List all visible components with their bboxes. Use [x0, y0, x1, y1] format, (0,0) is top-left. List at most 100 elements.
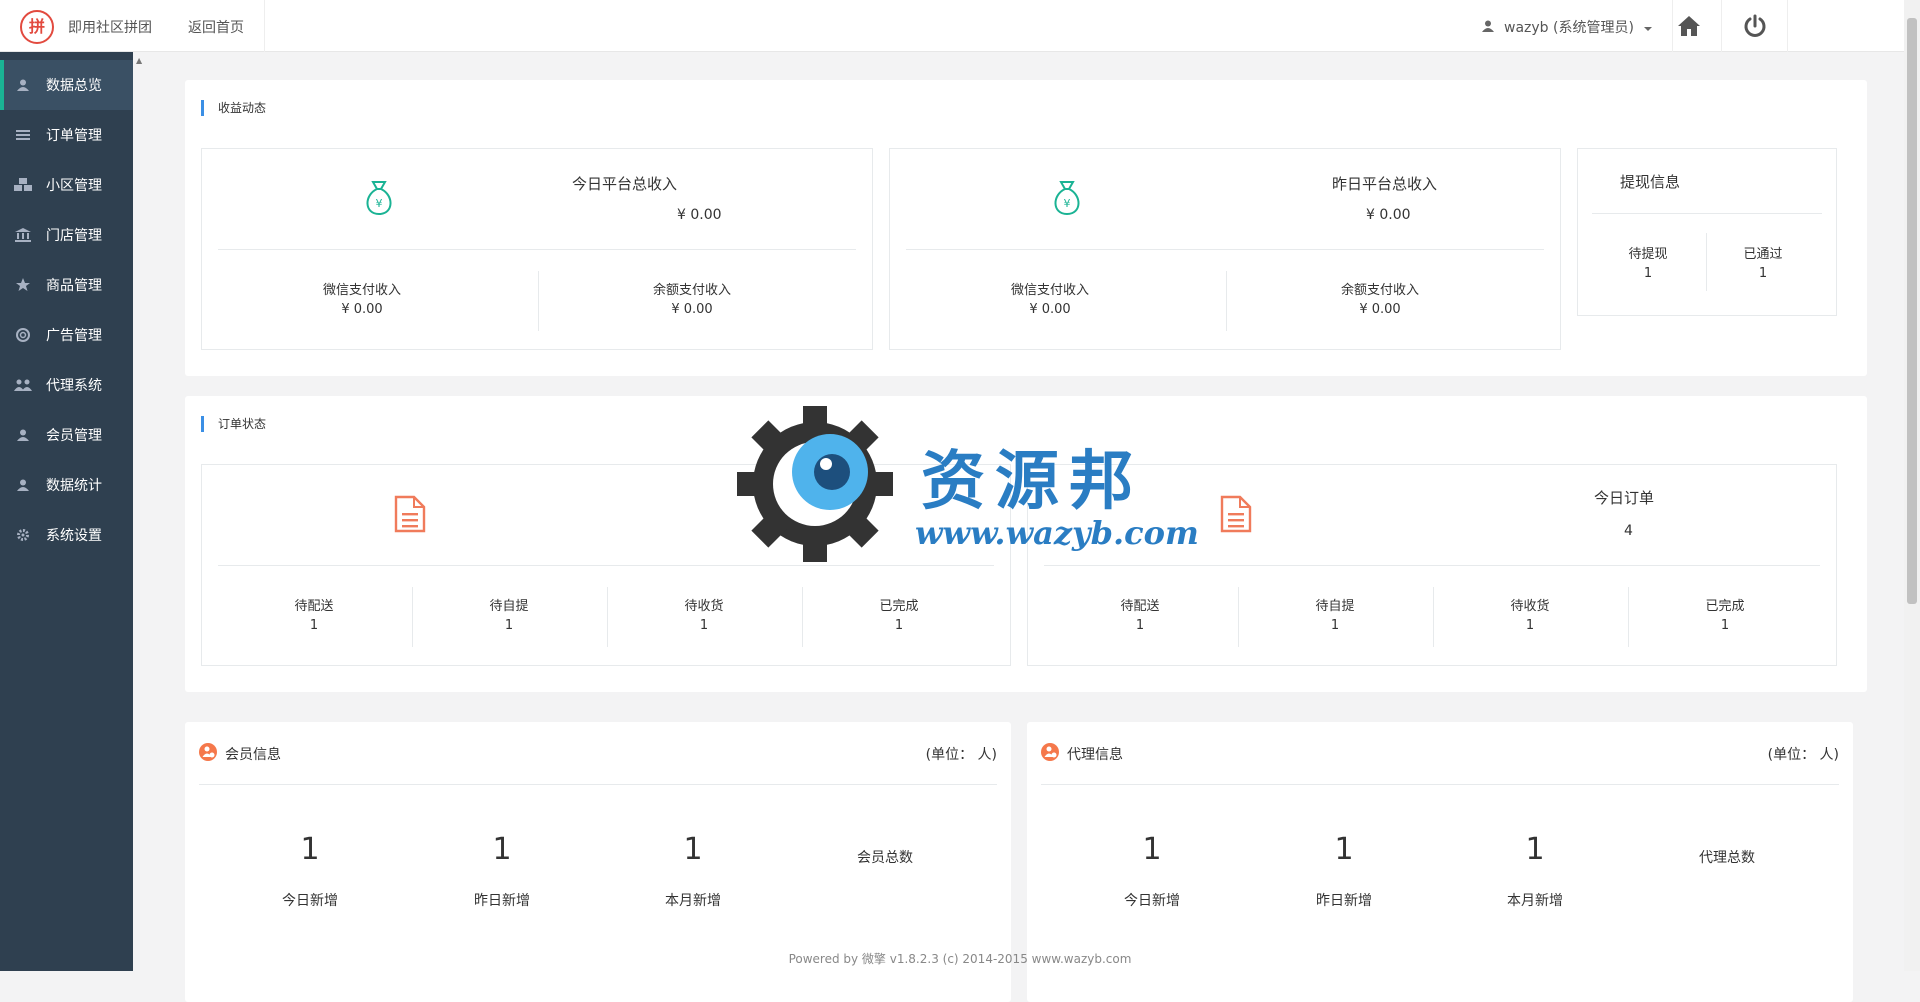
- sidebar-item-products[interactable]: 商品管理: [0, 260, 133, 310]
- order-stat-label: 待配送: [294, 599, 334, 614]
- sidebar-item-orders[interactable]: 订单管理: [0, 110, 133, 160]
- divider: [802, 587, 803, 647]
- sidebar-item-label: 会员管理: [46, 428, 102, 444]
- sidebar-item-statistics[interactable]: 数据统计: [0, 460, 133, 510]
- agent-month-count: 1: [1525, 832, 1545, 867]
- order-stat-value: 1: [1525, 618, 1535, 633]
- sidebar-item-label: 代理系统: [46, 378, 102, 394]
- today-order-value: 4: [1624, 523, 1633, 539]
- wechat-income-value: ¥ 0.00: [1029, 302, 1071, 317]
- vertical-scrollbar[interactable]: [1904, 0, 1920, 971]
- list-icon: [14, 126, 32, 144]
- user-name: wazyb (系统管理员): [1504, 20, 1634, 36]
- home-button[interactable]: [1656, 0, 1722, 52]
- logout-button[interactable]: [1722, 0, 1788, 52]
- pending-withdraw-value: 1: [1643, 266, 1653, 281]
- home-icon: [1677, 16, 1701, 41]
- member-month-label: 本月新增: [665, 893, 721, 909]
- unit-label: (单位： 人): [1767, 747, 1839, 763]
- income-panel: 收益动态 ¥ 今日平台总收入 ¥ 0.00 微信支付收入 ¥ 0.00 余额支付…: [185, 80, 1867, 376]
- sidebar-item-stores[interactable]: 门店管理: [0, 210, 133, 260]
- order-stat-value: 1: [309, 618, 319, 633]
- order-stat-label: 待收货: [1510, 599, 1550, 614]
- agent-today-label: 今日新增: [1124, 893, 1180, 909]
- money-bag-icon: ¥: [1050, 179, 1084, 221]
- order-stat: 待自提 1: [474, 597, 544, 635]
- order-panel-title: 订单状态: [201, 416, 266, 432]
- balance-income: 余额支付收入 ¥ 0.00: [1310, 281, 1450, 319]
- today-income-value: ¥ 0.00: [677, 207, 722, 223]
- passed-withdraw[interactable]: 已通过 1: [1733, 245, 1793, 283]
- order-stat-label: 已完成: [879, 599, 919, 614]
- divider: [1628, 587, 1629, 647]
- sidebar-item-community[interactable]: 小区管理: [0, 160, 133, 210]
- order-stat: 已完成 1: [864, 597, 934, 635]
- sidebar-item-label: 数据统计: [46, 478, 102, 494]
- order-stat: 已完成 1: [1690, 597, 1760, 635]
- brand-name[interactable]: 即用社区拼团: [68, 17, 152, 37]
- balance-income-value: ¥ 0.00: [1359, 302, 1401, 317]
- balance-income-label: 余额支付收入: [652, 283, 731, 298]
- user-menu[interactable]: wazyb (系统管理员): [1462, 0, 1674, 52]
- user-icon: [14, 76, 32, 94]
- agent-panel-title: 代理信息: [1067, 747, 1123, 763]
- watermark: 资源邦 www.wazyb.com: [735, 404, 1199, 564]
- agent-icon: [1041, 743, 1059, 765]
- wechat-income-value: ¥ 0.00: [341, 302, 383, 317]
- scrollbar-thumb[interactable]: [1907, 18, 1917, 604]
- order-stat-label: 已完成: [1705, 599, 1745, 614]
- lifebuoy-icon: [14, 326, 32, 344]
- power-icon: [1743, 14, 1767, 42]
- sidebar-item-label: 数据总览: [46, 78, 102, 94]
- agent-total-label: 代理总数: [1699, 850, 1755, 866]
- sidebar-scroll-arrow[interactable]: ▲: [136, 56, 142, 65]
- divider: [1226, 271, 1227, 331]
- member-yesterday-label: 昨日新增: [474, 893, 530, 909]
- agent-yesterday-label: 昨日新增: [1316, 893, 1372, 909]
- sidebar-item-agents[interactable]: 代理系统: [0, 360, 133, 410]
- sidebar-item-label: 商品管理: [46, 278, 102, 294]
- divider: [218, 565, 994, 566]
- today-income-card: ¥ 今日平台总收入 ¥ 0.00 微信支付收入 ¥ 0.00 余额支付收入 ¥ …: [201, 148, 873, 350]
- balance-income-value: ¥ 0.00: [671, 302, 713, 317]
- sidebar-item-ads[interactable]: 广告管理: [0, 310, 133, 360]
- member-total-label: 会员总数: [857, 850, 913, 866]
- back-home-link[interactable]: 返回首页: [168, 0, 265, 52]
- sidebar-item-label: 门店管理: [46, 228, 102, 244]
- member-icon: [199, 743, 217, 765]
- passed-withdraw-label: 已通过: [1743, 247, 1783, 262]
- order-stat-value: 1: [699, 618, 709, 633]
- document-icon: [1220, 495, 1252, 537]
- watermark-url: www.wazyb.com: [915, 514, 1199, 552]
- order-stat-value: 1: [1135, 618, 1145, 633]
- pending-withdraw[interactable]: 待提现 1: [1618, 245, 1678, 283]
- sidebar-item-label: 广告管理: [46, 328, 102, 344]
- passed-withdraw-value: 1: [1758, 266, 1768, 281]
- order-stat-value: 1: [894, 618, 904, 633]
- bank-icon: [14, 226, 32, 244]
- pending-withdraw-label: 待提现: [1628, 247, 1668, 262]
- caret-down-icon: [1638, 20, 1653, 36]
- sidebar-item-members[interactable]: 会员管理: [0, 410, 133, 460]
- member-today-count: 1: [300, 832, 320, 867]
- sidebar-item-label: 订单管理: [46, 128, 102, 144]
- divider: [412, 587, 413, 647]
- user-icon: [14, 476, 32, 494]
- divider: [906, 249, 1544, 250]
- income-panel-title: 收益动态: [201, 100, 266, 116]
- order-stat: 待收货 1: [669, 597, 739, 635]
- sidebar-item-settings[interactable]: 系统设置: [0, 510, 133, 560]
- member-month-count: 1: [683, 832, 703, 867]
- today-income-title: 今日平台总收入: [572, 175, 678, 193]
- wechat-income-label: 微信支付收入: [1010, 283, 1089, 298]
- member-yesterday-count: 1: [492, 832, 512, 867]
- order-stat: 待收货 1: [1495, 597, 1565, 635]
- yesterday-income-card: ¥ 昨日平台总收入 ¥ 0.00 微信支付收入 ¥ 0.00 余额支付收入 ¥ …: [889, 148, 1561, 350]
- yesterday-income-value: ¥ 0.00: [1366, 207, 1411, 223]
- order-stat-value: 1: [1720, 618, 1730, 633]
- sidebar-item-overview[interactable]: 数据总览: [0, 60, 133, 110]
- svg-text:¥: ¥: [376, 197, 383, 210]
- watermark-name: 资源邦: [921, 444, 1143, 519]
- gear-icon: [14, 526, 32, 544]
- agent-yesterday-count: 1: [1334, 832, 1354, 867]
